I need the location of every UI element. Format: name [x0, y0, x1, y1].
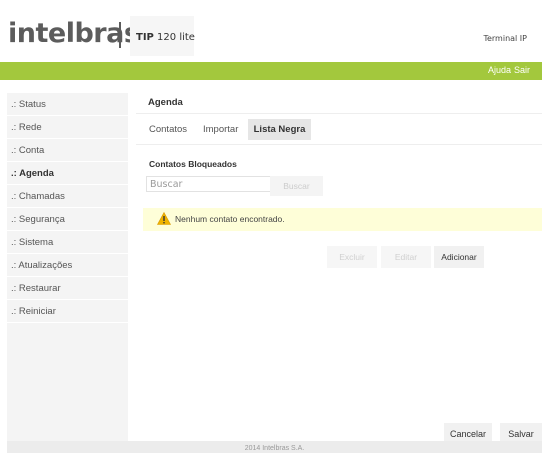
terminal-label: Terminal IP — [483, 34, 527, 43]
tab-importar[interactable]: Importar — [203, 119, 238, 140]
sidebar-item-conta[interactable]: .: Conta — [7, 139, 128, 162]
sidebar-item-reiniciar[interactable]: .: Reiniciar — [7, 300, 128, 323]
sidebar-filler — [7, 324, 128, 441]
alert-text: Nenhum contato encontrado. — [175, 214, 285, 224]
title-divider — [136, 113, 542, 114]
empty-alert: Nenhum contato encontrado. — [143, 208, 542, 231]
search-button[interactable]: Buscar — [270, 176, 323, 196]
tab-contatos[interactable]: Contatos — [149, 119, 187, 140]
header: intelbras TIP 120 lite Terminal IP — [0, 0, 542, 62]
blocked-contacts-title: Contatos Bloqueados — [149, 159, 237, 169]
tabs-divider — [136, 144, 542, 145]
top-bar: Ajuda Sair — [0, 62, 542, 80]
sidebar-item-atualizacoes[interactable]: .: Atualizações — [7, 254, 128, 277]
help-link[interactable]: Ajuda — [488, 65, 511, 75]
edit-button[interactable]: Editar — [381, 246, 431, 268]
sidebar-item-seguranca[interactable]: .: Segurança — [7, 208, 128, 231]
panel-title: Agenda — [148, 97, 183, 108]
warning-icon — [157, 212, 171, 225]
model-name-rest: 120 lite — [153, 32, 195, 43]
sidebar-menu: .: Status .: Rede .: Conta .: Agenda .: … — [7, 93, 128, 324]
search-input[interactable] — [146, 176, 278, 192]
sidebar-item-sistema[interactable]: .: Sistema — [7, 231, 128, 254]
model-name-bold: TIP — [136, 32, 154, 43]
delete-button[interactable]: Excluir — [327, 246, 377, 268]
exit-link[interactable]: Sair — [514, 65, 530, 75]
model-name: TIP 120 lite — [136, 32, 195, 43]
footer: 2014 Intelbras S.A. — [7, 441, 542, 453]
sidebar-item-agenda[interactable]: .: Agenda — [7, 162, 128, 185]
sidebar-item-restaurar[interactable]: .: Restaurar — [7, 277, 128, 300]
tab-lista-negra[interactable]: Lista Negra — [248, 119, 311, 140]
sidebar-item-chamadas[interactable]: .: Chamadas — [7, 185, 128, 208]
logo-divider — [119, 22, 121, 48]
copyright-text: 2014 Intelbras S.A. — [244, 445, 305, 452]
sidebar-item-status[interactable]: .: Status — [7, 93, 128, 116]
sidebar-item-rede[interactable]: .: Rede — [7, 116, 128, 139]
add-button[interactable]: Adicionar — [434, 246, 484, 268]
